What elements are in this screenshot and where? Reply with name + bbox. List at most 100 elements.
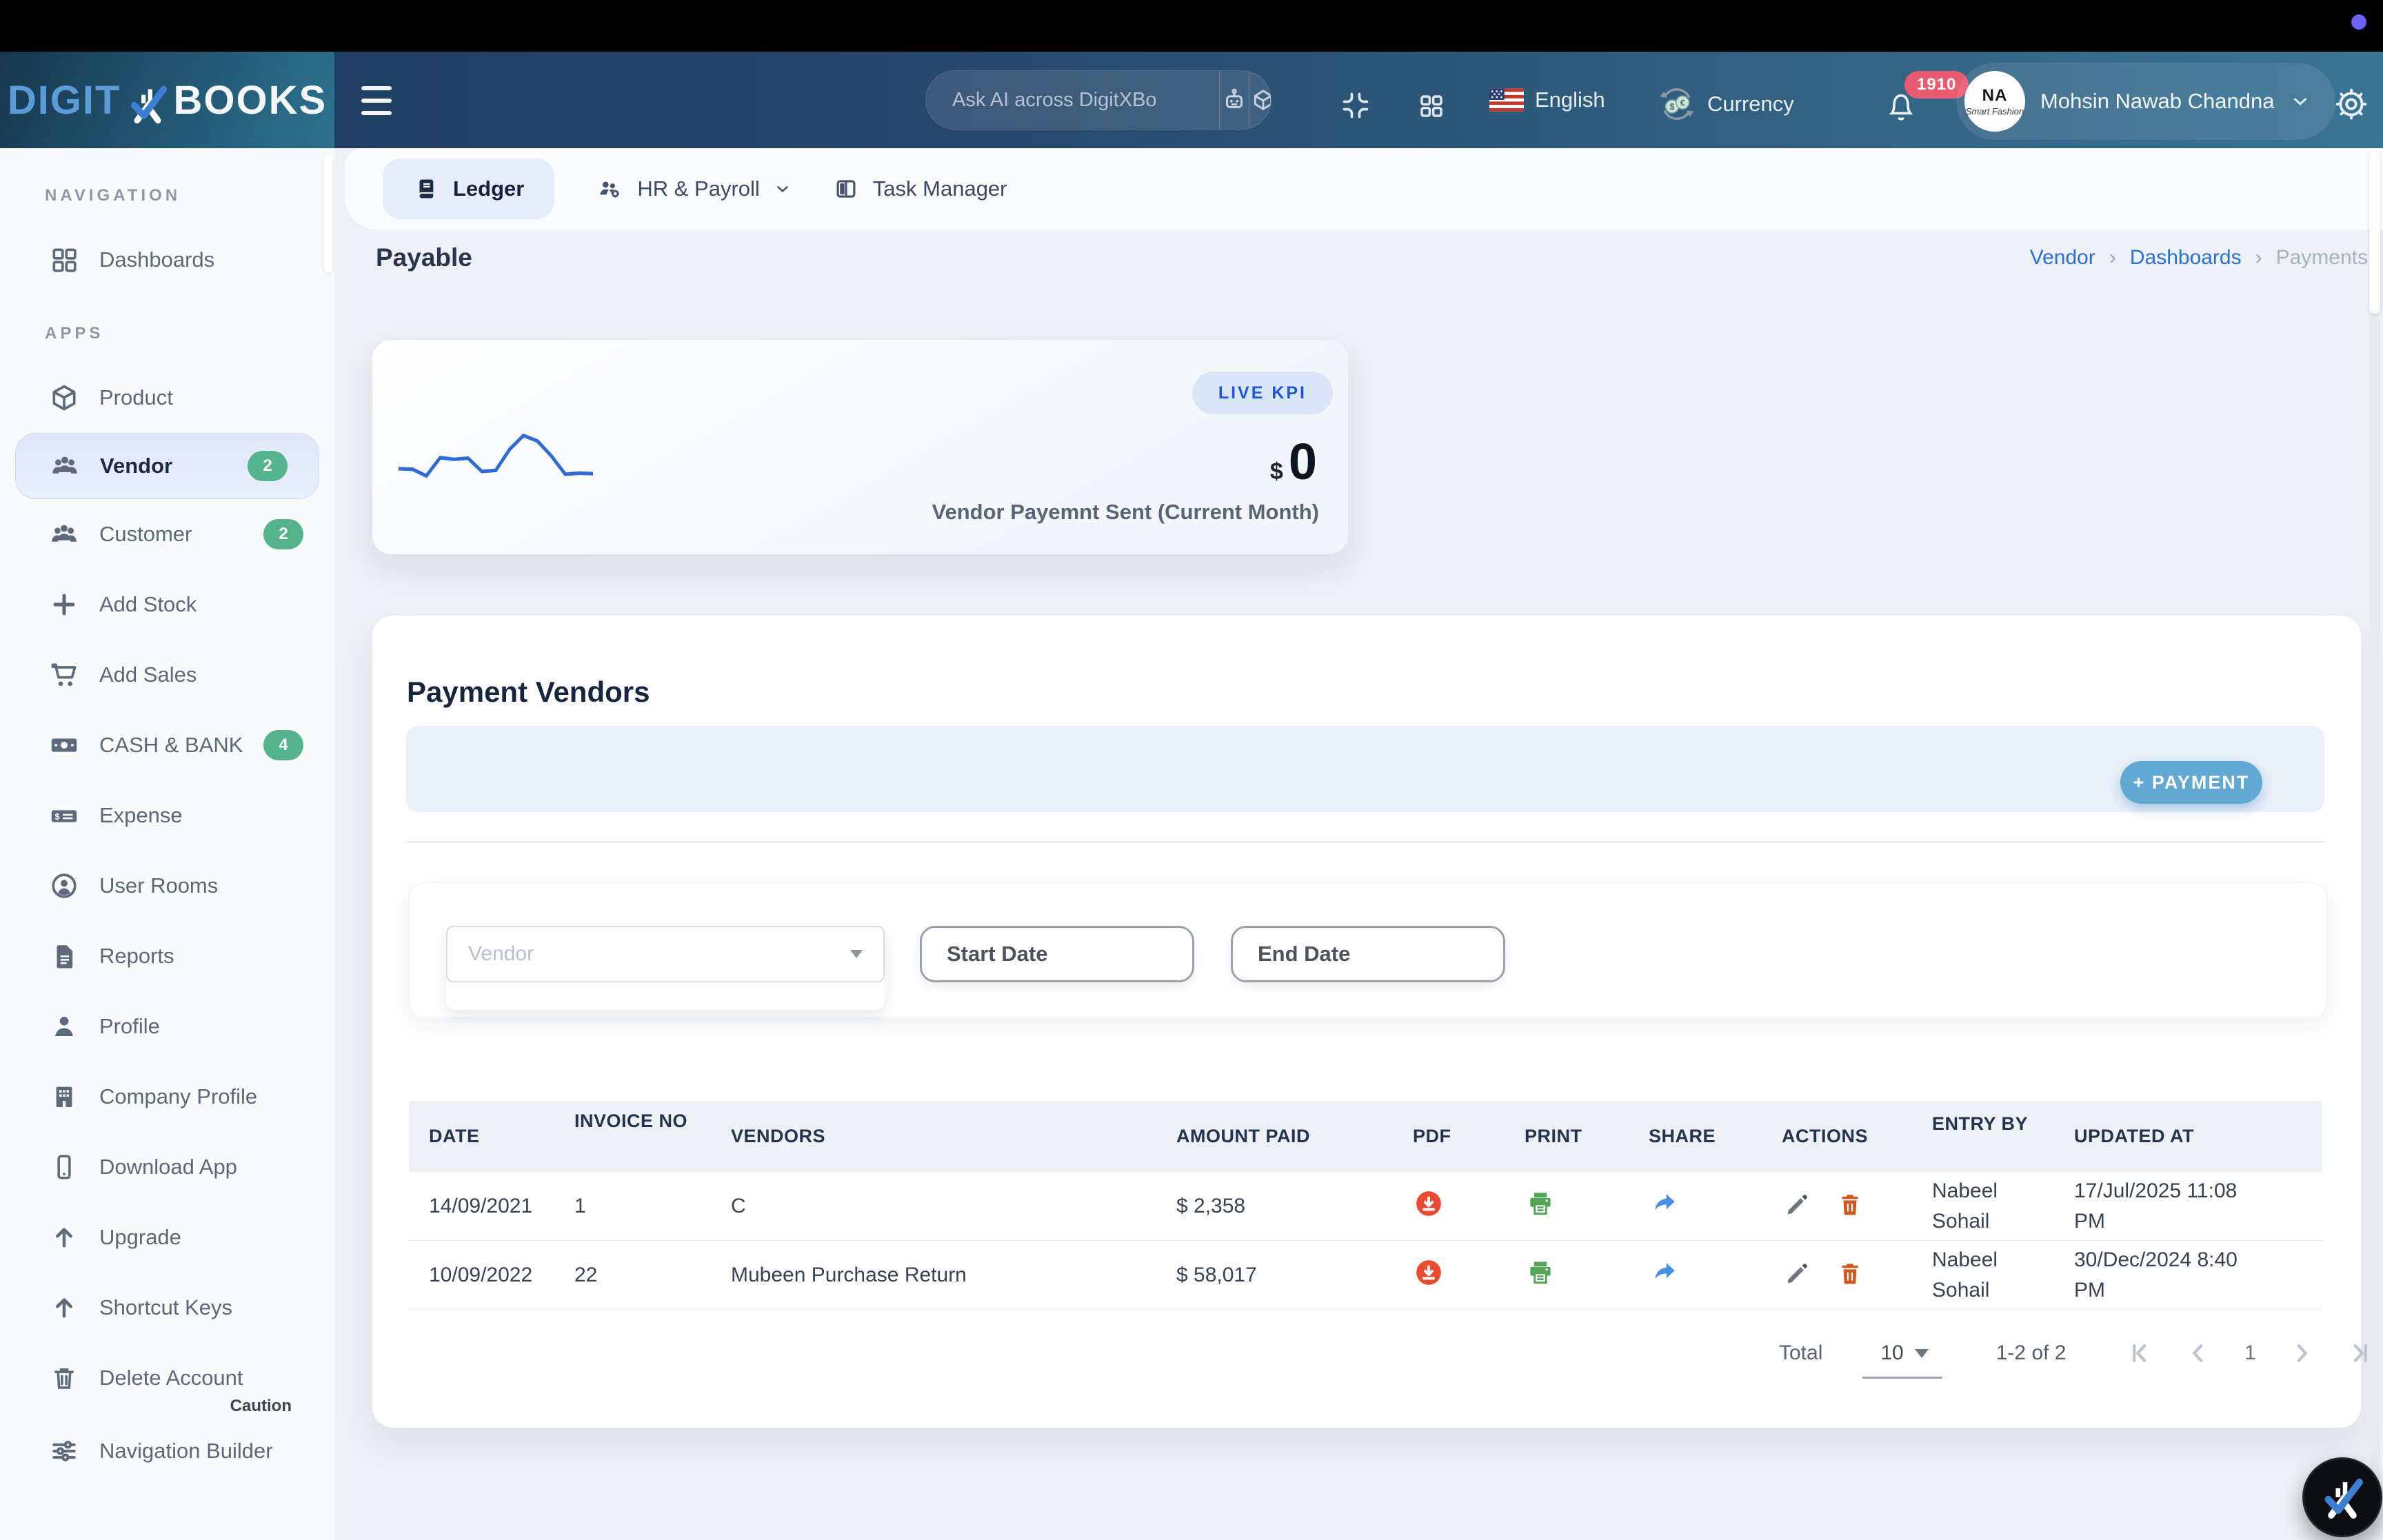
digitx-floating-button[interactable] bbox=[2302, 1457, 2382, 1537]
share-icon[interactable] bbox=[1649, 1188, 1680, 1219]
user-menu[interactable]: NA Smart Fashion Mohsin Nawab Chandna bbox=[1956, 63, 2335, 140]
menu-toggle-button[interactable] bbox=[361, 86, 392, 115]
breadcrumb: Vendor › Dashboards › Payments bbox=[2030, 246, 2368, 270]
sidebar-item-label: Customer bbox=[99, 522, 192, 547]
current-page-number[interactable]: 1 bbox=[2240, 1341, 2260, 1365]
trash-icon bbox=[48, 1362, 80, 1394]
kanban-board-icon bbox=[833, 176, 859, 202]
sidebar-item-dashboards[interactable]: Dashboards bbox=[0, 225, 334, 295]
sidebar-item-vendor[interactable]: Vendor 2 bbox=[15, 433, 319, 499]
us-flag-icon bbox=[1489, 88, 1524, 112]
sidebar-item-product[interactable]: Product bbox=[0, 363, 334, 433]
col-header-entry-by: ENTRY BY bbox=[1932, 1111, 2074, 1137]
sidebar-item-expense[interactable]: $ Expense bbox=[0, 780, 334, 851]
pdf-download-icon[interactable] bbox=[1413, 1257, 1445, 1288]
cell-entry-by: Nabeel Sohail bbox=[1932, 1245, 2074, 1305]
cell-amount-paid: $ 58,017 bbox=[1176, 1264, 1413, 1287]
avatar-initials: NA bbox=[1982, 88, 2008, 104]
share-icon[interactable] bbox=[1649, 1257, 1680, 1288]
user-name: Mohsin Nawab Chandna bbox=[2040, 89, 2275, 114]
sidebar-item-label: User Rooms bbox=[99, 873, 218, 898]
tab-ledger[interactable]: Ledger bbox=[383, 159, 554, 219]
edit-pencil-icon[interactable] bbox=[1782, 1188, 1813, 1220]
sidebar-scrollbar[interactable] bbox=[324, 155, 332, 272]
pdf-download-icon[interactable] bbox=[1413, 1188, 1445, 1219]
edit-pencil-icon[interactable] bbox=[1782, 1257, 1813, 1289]
hr-payroll-people-gear-icon bbox=[596, 175, 623, 203]
start-date-input[interactable]: Start Date bbox=[920, 926, 1194, 982]
sidebar-item-user-rooms[interactable]: User Rooms bbox=[0, 851, 334, 921]
page-size-select[interactable]: 10 bbox=[1876, 1341, 1932, 1365]
ai-package-icon[interactable] bbox=[1249, 71, 1271, 129]
language-selector[interactable]: English bbox=[1489, 88, 1605, 112]
col-header-amount-paid: AMOUNT PAID bbox=[1176, 1126, 1413, 1147]
main-scrollbar[interactable] bbox=[2369, 152, 2380, 1536]
vendor-filter-wrap: Vendor bbox=[446, 926, 885, 1010]
prev-page-button[interactable] bbox=[2183, 1338, 2213, 1368]
sidebar-item-customer[interactable]: Customer 2 bbox=[0, 499, 334, 569]
exit-fullscreen-icon[interactable] bbox=[1340, 90, 1371, 124]
sidebar-item-cash-bank[interactable]: CASH & BANK 4 bbox=[0, 710, 334, 780]
col-header-invoice-no: INVOICE NO bbox=[574, 1111, 731, 1132]
cell-date: 10/09/2022 bbox=[429, 1264, 574, 1287]
col-header-actions: ACTIONS bbox=[1782, 1126, 1932, 1147]
table-row: 10/09/2022 22 Mubeen Purchase Return $ 5… bbox=[409, 1241, 2322, 1310]
sidebar-item-label: Navigation Builder bbox=[99, 1439, 273, 1463]
vendor-count-badge: 2 bbox=[248, 451, 288, 481]
tab-hr-payroll[interactable]: HR & Payroll bbox=[596, 175, 791, 203]
add-payment-button[interactable]: + PAYMENT bbox=[2120, 761, 2262, 804]
sidebar-item-profile[interactable]: Profile bbox=[0, 991, 334, 1062]
smartphone-icon bbox=[48, 1151, 80, 1183]
currency-exchange-icon: $ € bbox=[1658, 85, 1696, 123]
currency-selector[interactable]: $ € Currency bbox=[1658, 85, 1794, 123]
sidebar-item-reports[interactable]: Reports bbox=[0, 921, 334, 991]
pagination-total-label: Total bbox=[1779, 1341, 1822, 1365]
col-header-share: SHARE bbox=[1649, 1126, 1782, 1147]
col-header-pdf: PDF bbox=[1413, 1126, 1525, 1147]
svg-text:€: € bbox=[1680, 97, 1685, 108]
delete-account-caution-label: Caution bbox=[0, 1397, 292, 1416]
sidebar-item-label: Profile bbox=[99, 1014, 160, 1039]
recording-indicator-dot bbox=[2351, 14, 2366, 30]
settings-gear-icon[interactable] bbox=[2333, 86, 2369, 125]
table-row: 14/09/2021 1 C $ 2,358 bbox=[409, 1172, 2322, 1241]
vendor-filter-select[interactable]: Vendor bbox=[446, 926, 885, 982]
scrollbar-thumb[interactable] bbox=[2369, 152, 2380, 314]
sidebar-item-company-profile[interactable]: Company Profile bbox=[0, 1062, 334, 1132]
payments-toolbar bbox=[406, 726, 2324, 812]
apps-grid-icon[interactable] bbox=[1417, 92, 1446, 124]
tab-task-manager[interactable]: Task Manager bbox=[833, 176, 1007, 202]
building-icon bbox=[48, 1081, 80, 1113]
sidebar-item-label: Dashboards bbox=[99, 247, 214, 272]
end-date-input[interactable]: End Date bbox=[1231, 926, 1505, 982]
breadcrumb-current-payments: Payments bbox=[2276, 246, 2368, 270]
col-header-date: DATE bbox=[429, 1126, 574, 1147]
sidebar-item-add-stock[interactable]: Add Stock bbox=[0, 569, 334, 640]
breadcrumb-link-vendor[interactable]: Vendor bbox=[2030, 246, 2095, 270]
digitx-logo-mark-icon bbox=[2318, 1473, 2366, 1521]
ai-robot-icon[interactable] bbox=[1219, 71, 1249, 129]
print-icon[interactable] bbox=[1525, 1188, 1556, 1219]
sidebar-item-upgrade[interactable]: Upgrade bbox=[0, 1202, 334, 1273]
app-logo[interactable]: DIGIT BOOKS bbox=[0, 52, 334, 148]
first-page-button[interactable] bbox=[2126, 1338, 2157, 1368]
ai-search-input[interactable] bbox=[926, 71, 1219, 129]
page-bar: Payable Vendor › Dashboards › Payments bbox=[345, 230, 2383, 286]
sidebar-item-shortcut-keys[interactable]: Shortcut Keys bbox=[0, 1273, 334, 1343]
digitx-logo-mark-icon bbox=[125, 74, 170, 133]
breadcrumb-link-dashboards[interactable]: Dashboards bbox=[2130, 246, 2242, 270]
live-kpi-badge: LIVE KPI bbox=[1192, 372, 1333, 414]
sidebar-item-navigation-builder[interactable]: Navigation Builder bbox=[0, 1416, 334, 1486]
kpi-card: LIVE KPI $ 0 Vendor Payemnt Sent (Curren… bbox=[372, 340, 1348, 554]
person-icon bbox=[48, 1011, 80, 1042]
delete-trash-icon[interactable] bbox=[1834, 1188, 1866, 1220]
notifications-button[interactable]: 1910 bbox=[1884, 89, 1918, 130]
sidebar-item-add-sales[interactable]: Add Sales bbox=[0, 640, 334, 710]
next-page-button[interactable] bbox=[2286, 1338, 2317, 1368]
tab-label: HR & Payroll bbox=[637, 176, 759, 201]
delete-trash-icon[interactable] bbox=[1834, 1257, 1866, 1289]
sidebar-item-download-app[interactable]: Download App bbox=[0, 1132, 334, 1202]
breadcrumb-separator: › bbox=[2109, 246, 2116, 270]
print-icon[interactable] bbox=[1525, 1257, 1556, 1288]
ai-search[interactable] bbox=[925, 70, 1271, 130]
